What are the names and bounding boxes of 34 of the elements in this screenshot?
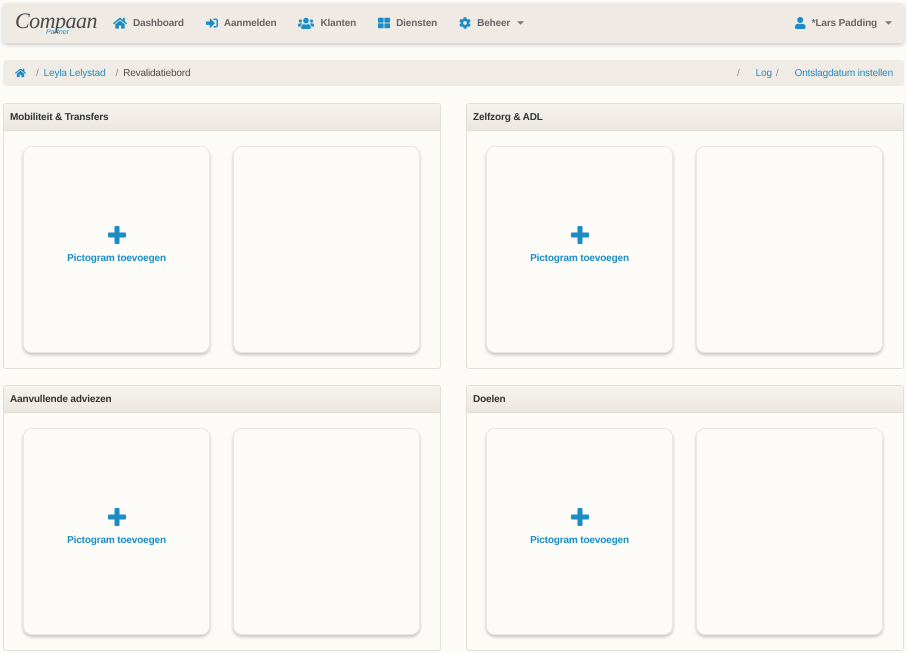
settings-icon xyxy=(459,17,472,29)
add-pictogram-link[interactable]: Pictogram toevoegen xyxy=(530,508,629,546)
breadcrumb-link[interactable]: Log xyxy=(756,68,772,78)
nav-link[interactable]: Beheer xyxy=(448,3,536,43)
nav-link[interactable]: Aanmelden xyxy=(194,3,288,43)
nav-link[interactable]: Klanten xyxy=(287,3,368,43)
add-pictogram-link[interactable]: Pictogram toevoegen xyxy=(530,226,629,264)
nav-link[interactable]: Diensten xyxy=(367,3,448,43)
user-menu[interactable]: *Lars Padding xyxy=(795,3,892,43)
add-pictogram-link[interactable]: Pictogram toevoegen xyxy=(67,508,166,546)
breadcrumb-separator: / xyxy=(736,68,741,78)
breadcrumb-separator: / xyxy=(114,68,120,78)
home-icon[interactable] xyxy=(15,68,26,78)
logo-wordmark[interactable]: Compaan xyxy=(15,10,98,32)
plus-icon xyxy=(108,226,126,244)
home-icon xyxy=(113,16,127,30)
panel-header: Doelen xyxy=(467,386,903,413)
user-icon xyxy=(795,17,806,29)
panel-header: Aanvullende adviezen xyxy=(4,386,440,413)
breadcrumb-current: Revalidatiebord xyxy=(123,68,190,78)
panel-header: Mobiliteit & Transfers xyxy=(4,104,440,131)
plus-icon xyxy=(108,508,126,526)
plus-icon xyxy=(570,226,588,244)
grid-icon xyxy=(378,17,390,29)
plus-icon xyxy=(570,508,588,526)
panel-header: Zelfzorg & ADL xyxy=(467,104,903,131)
sign-in-icon xyxy=(206,17,218,29)
breadcrumb-link[interactable]: Ontslagdatum instellen xyxy=(794,68,893,78)
breadcrumb-separator: / xyxy=(774,68,780,78)
add-pictogram-link[interactable]: Pictogram toevoegen xyxy=(67,226,166,264)
breadcrumb-separator: / xyxy=(35,68,40,78)
breadcrumb-link[interactable]: Leyla Lelystad xyxy=(44,68,106,78)
users-icon xyxy=(298,16,314,30)
nav-link[interactable]: Dashboard xyxy=(102,3,195,43)
